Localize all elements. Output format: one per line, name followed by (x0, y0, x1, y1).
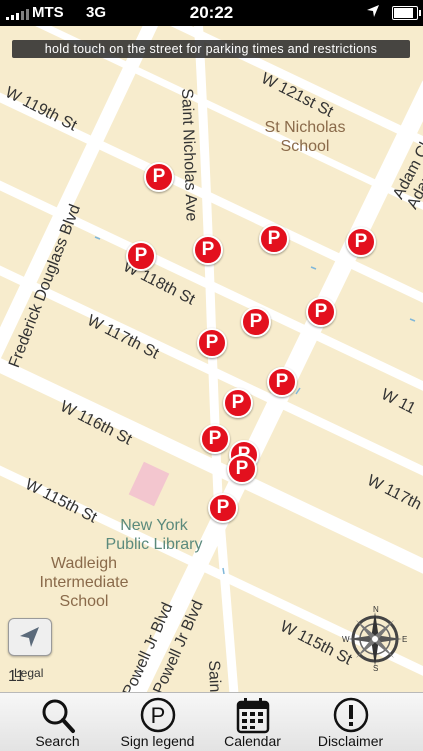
parking-pin[interactable]: P (227, 454, 257, 484)
compass-letter: N (373, 606, 379, 614)
street-label: Sain (205, 660, 224, 692)
parking-pin[interactable]: P (223, 388, 253, 418)
parking-pin[interactable]: P (346, 227, 376, 257)
parking-pin[interactable]: P (306, 297, 336, 327)
parking-pin[interactable]: P (200, 424, 230, 454)
tab-label: Disclaimer (317, 733, 384, 749)
parking-pin[interactable]: P (208, 493, 238, 523)
tab-search[interactable]: Search (0, 693, 115, 751)
parking-pin[interactable]: P (241, 307, 271, 337)
poi-label: St Nicholas School (264, 119, 346, 155)
parking-pin[interactable]: P (259, 224, 289, 254)
instruction-banner: hold touch on the street for parking tim… (12, 40, 410, 58)
parking-sign-icon: P (140, 697, 175, 733)
tab-disclaimer[interactable]: Disclaimer (293, 693, 408, 751)
battery-icon (392, 6, 421, 20)
clock: 20:22 (189, 3, 234, 22)
compass-letter: W (342, 635, 350, 644)
poi-label: Wadleigh Intermediate School (39, 555, 129, 610)
current-location-button[interactable] (8, 618, 52, 656)
compass-letter: S (373, 664, 378, 672)
tab-bar: Search P Sign legend Calendar Disclaimer (0, 692, 423, 751)
legal-link[interactable]: Legal (14, 666, 43, 680)
info-exclamation-icon (333, 697, 368, 733)
status-bar: MTS 3G 20:22 (0, 0, 423, 26)
poi-label: New York Public Library (105, 517, 203, 553)
compass-letter: E (402, 635, 407, 644)
compass-icon[interactable]: N E S W (342, 606, 408, 672)
location-arrow-icon (366, 4, 380, 22)
parking-pin[interactable]: P (193, 235, 223, 265)
tab-label: Search (35, 733, 80, 749)
parking-pin[interactable]: P (144, 162, 174, 192)
parking-pin[interactable]: P (126, 241, 156, 271)
parking-pin[interactable]: P (267, 367, 297, 397)
parking-pin[interactable]: P (197, 328, 227, 358)
calendar-icon (236, 698, 269, 734)
map-view[interactable]: hold touch on the street for parking tim… (0, 26, 423, 692)
search-icon (42, 699, 75, 733)
location-arrow-icon (20, 627, 39, 647)
svg-text:P: P (150, 703, 165, 728)
